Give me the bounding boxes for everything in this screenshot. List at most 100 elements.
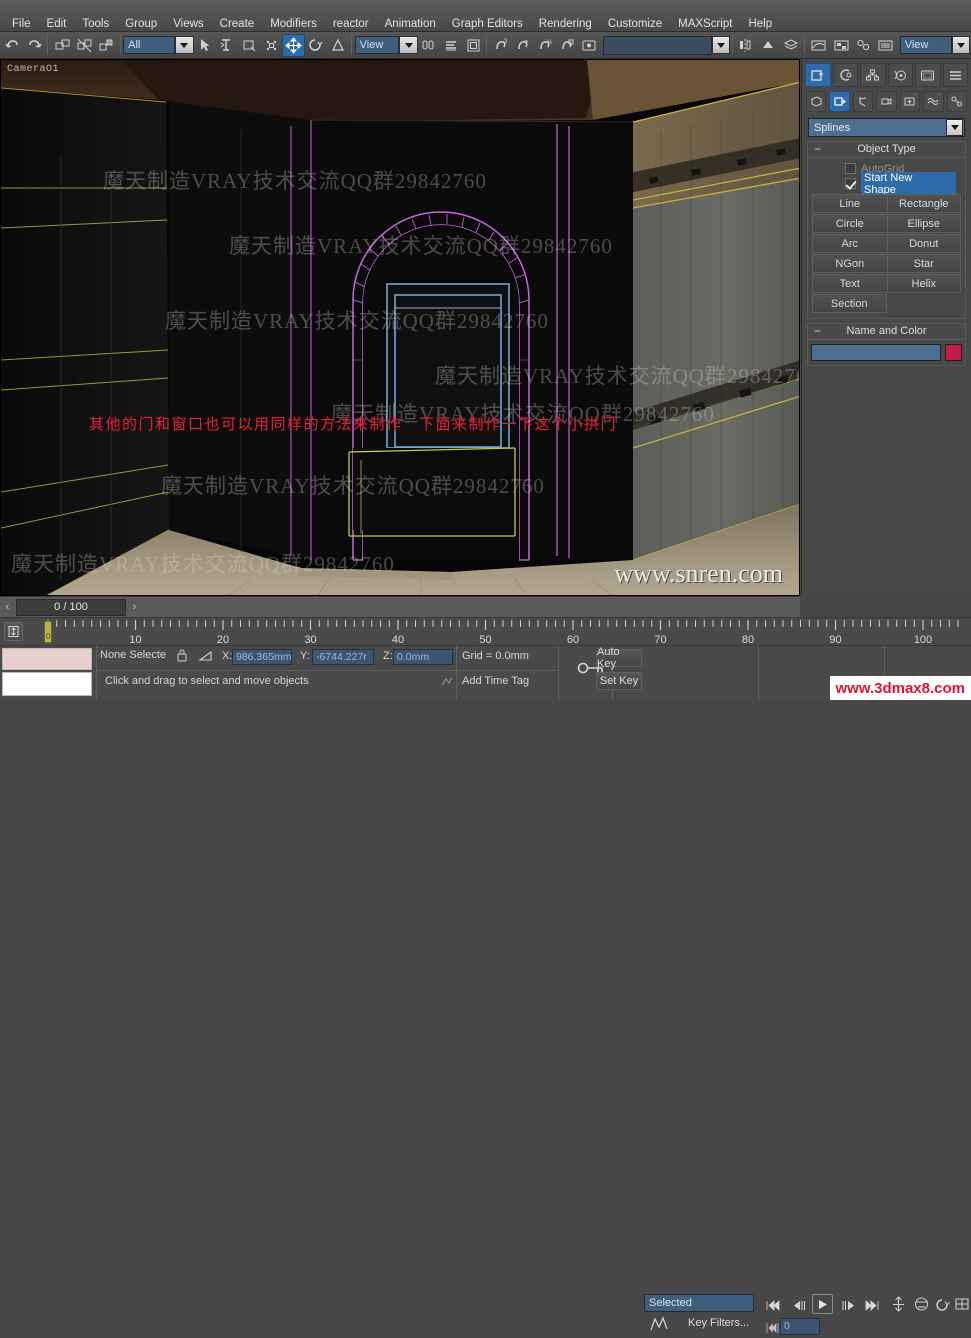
key-filter-scope-combo[interactable]: Selected [644,1294,754,1312]
go-to-start-icon[interactable] [762,1295,783,1315]
object-type-button-ngon[interactable]: NGon [812,254,887,273]
snap-toggle-icon[interactable]: 3 [490,34,512,57]
camera-viewport[interactable]: CameraO1 [0,59,800,596]
shapes-icon[interactable] [829,91,849,112]
object-class-buttons[interactable] [802,89,971,116]
lock-selection-icon[interactable] [175,648,191,664]
menu-item-rendering[interactable]: Rendering [531,16,600,32]
percent-snap-icon[interactable]: % [534,34,556,57]
object-color-swatch[interactable] [945,344,962,361]
reference-coordinate-combo[interactable]: View [355,36,400,54]
x-coordinate-field[interactable]: 986.365mm [232,649,292,665]
menu-item-modifiers[interactable]: Modifiers [262,16,325,32]
object-type-button-ellipse[interactable]: Ellipse [887,214,962,233]
render-preset-dropdown-icon[interactable] [952,36,971,54]
edit-named-selection-icon[interactable] [579,34,601,57]
prev-frame-button[interactable]: ‹ [0,598,15,617]
menu-item-animation[interactable]: Animation [377,16,444,32]
object-type-button-section[interactable]: Section [812,294,887,313]
modify-tab[interactable] [833,63,859,87]
object-type-button-donut[interactable]: Donut [887,234,962,253]
time-slider-bar[interactable]: ‹ 0 / 100 › [0,596,800,617]
orbit-icon[interactable] [932,1294,953,1314]
angle-snap-icon[interactable] [512,34,534,57]
track-bar-ruler[interactable]: 102030405060708090100 0 [0,617,971,645]
cameras-icon[interactable] [876,91,896,112]
object-type-button-circle[interactable]: Circle [812,214,887,233]
layer-manager-icon[interactable] [780,34,802,57]
align-icon[interactable] [440,34,462,57]
arc-rotate-icon[interactable] [911,1294,932,1314]
object-type-button-rectangle[interactable]: Rectangle [887,194,962,213]
undo-icon[interactable] [1,34,23,57]
menu-item-maxscript[interactable]: MAXScript [670,16,740,32]
menu-item-edit[interactable]: Edit [39,16,75,32]
command-panel-tabs[interactable] [802,59,971,89]
select-and-move-icon[interactable] [282,34,304,57]
utilities-tab[interactable] [943,63,969,87]
selection-filter-combo[interactable]: All [123,36,175,54]
reference-coordinate-dropdown-icon[interactable] [399,36,418,54]
spinner-snap-icon[interactable] [557,34,579,57]
pan-view-icon[interactable] [888,1294,909,1314]
object-name-input[interactable] [811,344,941,361]
command-panel[interactable]: Splines − Object Type AutoGrid Start New… [801,59,971,596]
collapse-icon[interactable]: − [814,324,821,339]
geometry-icon[interactable] [806,91,826,112]
add-time-tag[interactable]: Add Time Tag [462,675,529,687]
mirror-icon[interactable] [736,34,758,57]
autogrid-checkbox[interactable] [845,163,856,174]
object-type-button-arc[interactable]: Arc [812,234,887,253]
name-and-color-header[interactable]: − Name and Color [808,324,965,340]
bind-space-warp-icon[interactable] [95,34,117,57]
chevron-down-icon[interactable] [946,119,963,136]
named-selection-set-input[interactable] [603,36,712,55]
go-to-end-icon[interactable] [862,1295,883,1315]
maxscript-listener-icon[interactable] [440,675,454,692]
start-new-shape-row[interactable]: Start New Shape [812,176,961,191]
object-type-buttons[interactable]: LineRectangleCircleEllipseArcDonutNGonSt… [812,191,961,314]
use-pivot-center-icon[interactable] [418,34,440,57]
menu-items[interactable]: FileEditToolsGroupViewsCreateModifiersre… [0,15,780,32]
play-animation-icon[interactable] [812,1294,833,1314]
menu-item-file[interactable]: File [4,16,39,32]
select-by-name-icon[interactable] [216,34,238,57]
select-link-icon[interactable] [51,34,73,57]
window-crossing-icon[interactable] [260,34,282,57]
object-type-button-line[interactable]: Line [812,194,887,213]
named-selection-dropdown-icon[interactable] [712,36,731,54]
render-setup-icon[interactable] [874,34,896,57]
space-warps-icon[interactable] [923,91,943,112]
menu-item-views[interactable]: Views [165,16,211,32]
select-object-icon[interactable] [194,34,216,57]
select-and-rotate-icon[interactable] [305,34,327,57]
schematic-view-icon[interactable] [830,34,852,57]
auto-key-button[interactable]: Auto Key [596,649,642,667]
main-toolbar[interactable]: All View [0,32,971,59]
select-region-icon[interactable] [238,34,260,57]
render-preset-combo[interactable]: View [900,36,952,54]
unlink-icon[interactable] [73,34,95,57]
current-time-marker[interactable]: 0 [44,621,52,643]
previous-frame-icon[interactable] [789,1295,810,1315]
next-frame-icon[interactable] [838,1295,859,1315]
z-coordinate-field[interactable]: 0.0mm [393,649,453,665]
start-new-shape-checkbox[interactable] [845,178,856,189]
object-type-button-star[interactable]: Star [887,254,962,273]
hierarchy-tab[interactable] [860,63,886,87]
collapse-icon[interactable]: − [814,142,821,157]
key-filters-button[interactable]: Key Filters... [688,1317,749,1329]
curve-editor-icon[interactable] [808,34,830,57]
material-editor-icon[interactable] [852,34,874,57]
display-tab[interactable] [915,63,941,87]
next-frame-button[interactable]: › [127,598,142,617]
object-type-button-text[interactable]: Text [812,274,887,293]
redo-icon[interactable] [23,34,45,57]
menu-item-customize[interactable]: Customize [600,16,670,32]
object-type-button-helix[interactable]: Helix [887,274,962,293]
lights-icon[interactable] [853,91,873,112]
selection-filter-dropdown-icon[interactable] [175,36,194,54]
object-type-header[interactable]: − Object Type [808,142,965,158]
object-category-combo[interactable]: Splines [808,118,965,137]
align-tools-icon[interactable] [758,34,780,57]
